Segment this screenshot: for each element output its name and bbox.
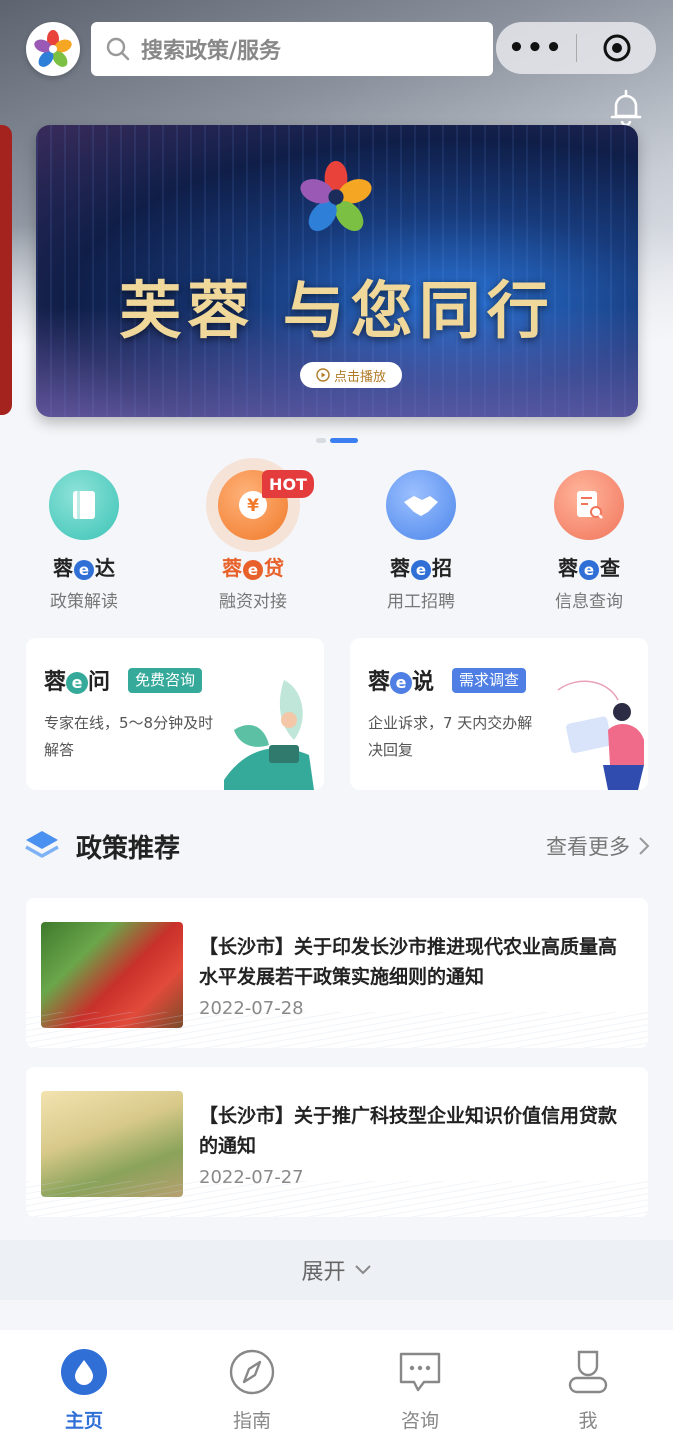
bell-icon (610, 89, 642, 127)
policy-list-item[interactable]: 【长沙市】关于印发长沙市推进现代农业高质量高水平发展若干政策实施细则的通知 20… (26, 898, 648, 1048)
tab-guide[interactable]: 指南 (192, 1348, 312, 1433)
quick-entry-title: 蓉e贷 (222, 556, 284, 580)
expand-button[interactable]: 展开 (0, 1240, 673, 1300)
survey-illustration (557, 680, 644, 790)
chevron-right-icon (639, 837, 650, 855)
hibiscus-logo-icon (300, 160, 372, 232)
svg-text:¥: ¥ (247, 496, 259, 516)
more-menu-button[interactable]: ••• (496, 33, 576, 63)
app-logo[interactable] (26, 22, 80, 76)
document-search-icon (554, 470, 624, 540)
policy-section-header: 政策推荐 查看更多 (24, 822, 650, 870)
carousel-indicator (316, 438, 358, 443)
target-icon (603, 34, 630, 62)
view-more-link[interactable]: 查看更多 (546, 831, 650, 861)
service-card-rongwen[interactable]: 蓉e问 免费咨询 专家在线，5～8分钟及时解答 (26, 638, 324, 790)
quick-entry-subtitle: 政策解读 (50, 592, 118, 612)
tab-me[interactable]: 我 (528, 1348, 648, 1433)
book-icon (49, 470, 119, 540)
banner-slogan: 芙蓉 与您同行 (119, 274, 555, 347)
quick-entry-subtitle: 融资对接 (219, 592, 287, 612)
play-icon (316, 368, 330, 382)
bottom-tab-bar: 主页 指南 咨询 我 (0, 1330, 673, 1438)
survey-badge: 需求调查 (452, 668, 527, 693)
quick-entry-title: 蓉e达 (53, 556, 115, 580)
tab-label: 指南 (232, 1410, 271, 1432)
service-title: 蓉e说 (368, 670, 435, 695)
banner-carousel[interactable]: 芙蓉 与您同行 点击播放 (36, 125, 638, 417)
carousel-dot-active (330, 438, 358, 443)
handshake-icon (386, 470, 456, 540)
consultant-illustration (224, 680, 314, 790)
tab-consult[interactable]: 咨询 (360, 1348, 480, 1433)
section-title: 政策推荐 (76, 833, 181, 864)
prev-banner-peek[interactable] (0, 125, 12, 415)
play-label: 点击播放 (333, 369, 386, 385)
tab-label: 主页 (64, 1410, 103, 1432)
notification-button[interactable] (606, 88, 646, 128)
expand-label: 展开 (301, 1260, 346, 1285)
compass-icon (229, 1349, 275, 1395)
quick-entry-rongzhao[interactable]: 蓉e招 用工招聘 (351, 462, 491, 612)
quick-entry-grid: 蓉e达 政策解读 ¥ 蓉e贷 融资对接 蓉e招 用工招聘 蓉e查 信息查询 (0, 462, 673, 622)
quick-entry-rongcha[interactable]: 蓉e查 信息查询 (519, 462, 659, 612)
policy-title: 【长沙市】关于推广科技型企业知识价值信用贷款的通知 (199, 1105, 618, 1157)
policy-title: 【长沙市】关于印发长沙市推进现代农业高质量高水平发展若干政策实施细则的通知 (199, 936, 618, 988)
quick-entry-title: 蓉e招 (390, 556, 452, 580)
close-miniprogram-button[interactable] (577, 32, 656, 64)
user-icon (568, 1350, 608, 1394)
chat-bubble-icon (399, 1352, 441, 1392)
card-decoration (26, 1012, 648, 1048)
miniprogram-capsule: ••• (496, 22, 656, 74)
service-description: 专家在线，5～8分钟及时解答 (44, 714, 214, 759)
hot-badge: HOT (262, 470, 314, 498)
search-placeholder: 搜索政策/服务 (141, 39, 282, 64)
view-more-label: 查看更多 (546, 835, 630, 859)
service-description: 企业诉求，7 天内交办解决回复 (368, 714, 533, 759)
hibiscus-logo-icon (34, 30, 72, 67)
quick-entry-title: 蓉e查 (558, 556, 620, 580)
layers-icon (25, 831, 59, 858)
play-video-button[interactable]: 点击播放 (300, 362, 402, 388)
quick-entry-subtitle: 用工招聘 (387, 592, 455, 612)
tab-label: 我 (578, 1410, 598, 1432)
card-decoration (26, 1181, 648, 1217)
home-drop-icon (61, 1349, 107, 1395)
service-title: 蓉e问 (44, 670, 111, 695)
tab-label: 咨询 (400, 1410, 439, 1432)
service-card-rongshuo[interactable]: 蓉e说 需求调查 企业诉求，7 天内交办解决回复 (350, 638, 648, 790)
search-input[interactable]: 搜索政策/服务 (91, 22, 493, 76)
free-consult-badge: 免费咨询 (128, 668, 203, 693)
chevron-down-icon (354, 1265, 371, 1275)
policy-list-item[interactable]: 【长沙市】关于推广科技型企业知识价值信用贷款的通知 2022-07-27 (26, 1067, 648, 1217)
quick-entry-subtitle: 信息查询 (555, 592, 623, 612)
tab-home[interactable]: 主页 (24, 1348, 144, 1433)
search-icon (106, 37, 130, 61)
carousel-dot (316, 438, 326, 443)
quick-entry-rongda[interactable]: 蓉e达 政策解读 (14, 462, 154, 612)
